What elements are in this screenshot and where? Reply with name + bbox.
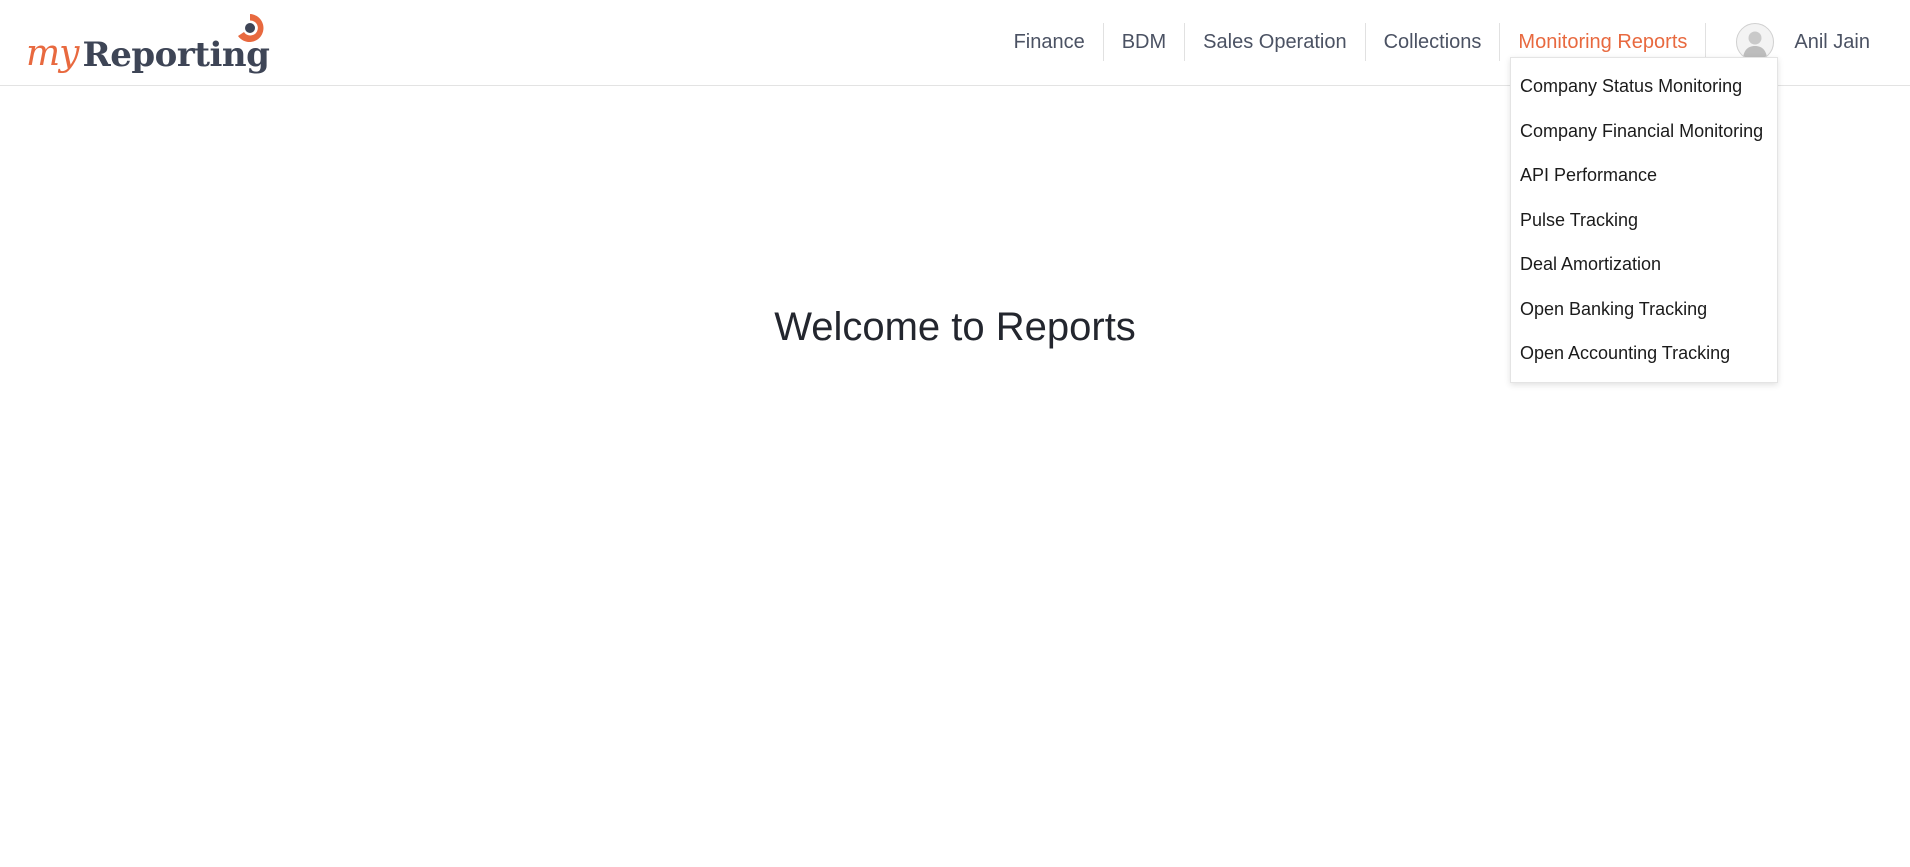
user-menu[interactable]: Anil Jain [1706,23,1910,61]
nav-item-bdm[interactable]: BDM [1104,23,1186,61]
nav-item-collections[interactable]: Collections [1366,23,1501,61]
main-nav: Finance BDM Sales Operation Collections … [996,22,1910,62]
dropdown-item-open-banking-tracking[interactable]: Open Banking Tracking [1511,287,1777,332]
logo-mark-icon [238,14,264,42]
user-avatar-icon [1736,23,1775,61]
monitoring-reports-dropdown: Company Status Monitoring Company Financ… [1510,57,1778,383]
app-logo[interactable]: my Reporting [26,12,270,74]
logo-my-text: my [26,33,79,74]
dropdown-item-deal-amortization[interactable]: Deal Amortization [1511,242,1777,287]
dropdown-item-open-accounting-tracking[interactable]: Open Accounting Tracking [1511,331,1777,376]
nav-item-finance[interactable]: Finance [996,23,1104,61]
nav-item-sales-operation[interactable]: Sales Operation [1185,23,1366,61]
dropdown-item-api-performance[interactable]: API Performance [1511,153,1777,198]
dropdown-item-company-status-monitoring[interactable]: Company Status Monitoring [1511,64,1777,109]
dropdown-item-pulse-tracking[interactable]: Pulse Tracking [1511,198,1777,243]
user-name: Anil Jain [1794,30,1870,53]
nav-item-monitoring-reports[interactable]: Monitoring Reports [1500,23,1707,61]
dropdown-item-company-financial-monitoring[interactable]: Company Financial Monitoring [1511,109,1777,154]
